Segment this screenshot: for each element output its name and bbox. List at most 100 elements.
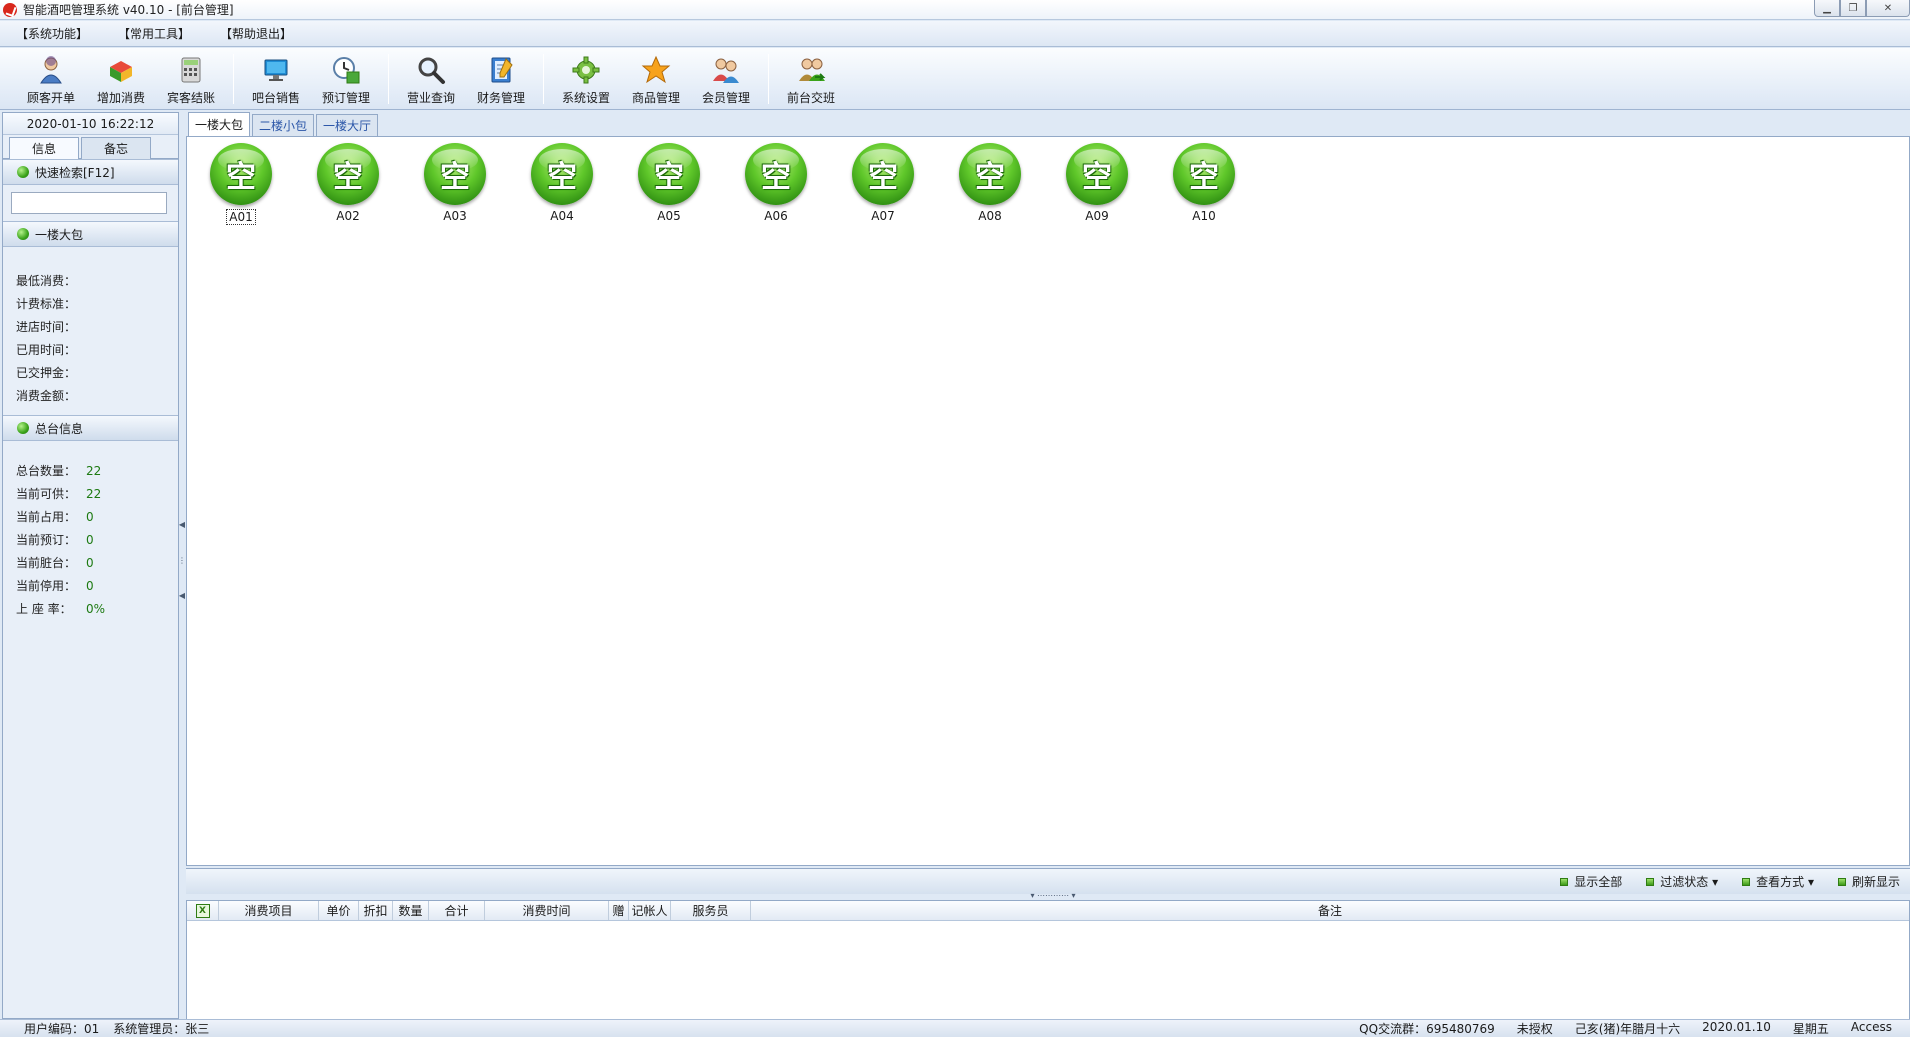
quick-search-title: 快速检索[F12]: [35, 165, 115, 180]
room-area-tabs: 一楼大包 二楼小包 一楼大厅: [188, 112, 379, 136]
add-consumption-button[interactable]: 增加消费: [86, 48, 156, 106]
stat-value: 0%: [86, 601, 106, 616]
left-info-panel: 2020-01-10 16:22:12 信息 备忘 快速检索[F12] 一楼大包…: [2, 112, 179, 1019]
stat-value: 0: [86, 532, 94, 547]
room-status: 空: [1189, 160, 1219, 195]
column-header[interactable]: 消费时间: [485, 901, 609, 920]
room-tile[interactable]: 空 A03: [421, 143, 489, 227]
view-mode-dropdown[interactable]: 查看方式 ▾: [1742, 873, 1814, 890]
refresh-button[interactable]: 刷新显示: [1837, 873, 1900, 890]
goods-management-button[interactable]: 商品管理: [621, 48, 691, 106]
grip-dots-icon: ⋮: [178, 555, 186, 565]
entry-time-row: 进店时间：: [16, 320, 77, 334]
room-tile[interactable]: 空 A08: [956, 143, 1024, 227]
column-header[interactable]: 单价: [319, 901, 359, 920]
stat-label: 当前停用：: [16, 579, 77, 593]
tab-floor2-small-rooms[interactable]: 二楼小包: [252, 114, 315, 136]
room-status-icon: 空: [638, 143, 700, 205]
clock-calendar-icon: [329, 54, 363, 86]
show-all-label: 显示全部: [1574, 875, 1623, 889]
collapse-left-icon[interactable]: ◀: [179, 591, 185, 600]
column-header[interactable]: 备注: [751, 901, 1909, 920]
lunar-date: 己亥(猪)年腊月十六: [1574, 1022, 1681, 1036]
stat-row: 上 座 率： 0%: [16, 597, 178, 620]
shift-handover-button[interactable]: 前台交班: [776, 48, 846, 106]
finance-button[interactable]: 财务管理: [466, 48, 536, 106]
room-name: A09: [1085, 209, 1109, 223]
tab-floor1-hall[interactable]: 一楼大厅: [316, 114, 379, 136]
menu-system-functions[interactable]: 【系统功能】: [16, 25, 88, 42]
consumption-amount-row: 消费金额：: [16, 389, 77, 403]
summary-stats: 总台数量： 22 当前可供： 22 当前占用： 0 当前预订： 0 当前脏台： 0 当前停…: [3, 441, 178, 628]
system-settings-button[interactable]: 系统设置: [551, 48, 621, 106]
business-query-button[interactable]: 营业查询: [396, 48, 466, 106]
stat-value: 22: [86, 486, 102, 501]
user-code: 用户编码：01: [24, 1022, 100, 1036]
stat-value: 0: [86, 578, 94, 593]
open-order-button[interactable]: 顾客开单: [16, 48, 86, 106]
bar-sales-button[interactable]: 吧台销售: [241, 48, 311, 106]
column-header[interactable]: 消费项目: [219, 901, 319, 920]
menu-common-tools[interactable]: 【常用工具】: [118, 25, 190, 42]
quick-search-input[interactable]: [11, 192, 167, 214]
export-excel-cell[interactable]: X: [187, 901, 219, 920]
room-tile[interactable]: 空 A06: [742, 143, 810, 227]
panel-splitter[interactable]: ◀ ⋮ ◀: [178, 520, 186, 600]
view-mode-label: 查看方式 ▾: [1756, 875, 1814, 889]
minimize-button[interactable]: ▁: [1814, 0, 1840, 17]
room-info-list: 最低消费： 计费标准： 进店时间： 已用时间： 已交押金： 消费金额：: [3, 247, 178, 415]
column-header[interactable]: 赠: [609, 901, 629, 920]
room-tile[interactable]: 空 A05: [635, 143, 703, 227]
room-status: 空: [975, 160, 1005, 195]
room-status: 空: [654, 160, 684, 195]
room-name: A02: [336, 209, 360, 223]
room-status-icon: 空: [424, 143, 486, 205]
summary-header[interactable]: 总台信息: [3, 415, 178, 441]
menu-bar: 【系统功能】 【常用工具】 【帮助退出】: [0, 21, 1910, 47]
column-header[interactable]: 记帐人: [629, 901, 671, 920]
member-management-button[interactable]: 会员管理: [691, 48, 761, 106]
star-icon: [639, 54, 673, 86]
green-square-icon: [1742, 877, 1751, 886]
status-dot-icon: [17, 422, 29, 434]
add-consumption-icon: [104, 54, 138, 86]
menu-help-exit[interactable]: 【帮助退出】: [220, 25, 292, 42]
room-name: A07: [871, 209, 895, 223]
horizontal-splitter-grip[interactable]: ▾ ⋯⋯⋯⋯ ▾: [1020, 892, 1086, 900]
room-status: 空: [761, 160, 791, 195]
room-name: A10: [1192, 209, 1216, 223]
status-bar: 用户编码：01 系统管理员：张三 QQ交流群：695480769 未授权 己亥(…: [0, 1019, 1910, 1037]
tab-floor1-large-rooms[interactable]: 一楼大包: [188, 112, 251, 136]
window-title: 智能酒吧管理系统 v40.10 - [前台管理]: [23, 3, 234, 17]
room-tile[interactable]: 空 A10: [1170, 143, 1238, 227]
room-status-icon: 空: [210, 143, 272, 205]
current-date: 2020.01.10: [1702, 1020, 1771, 1034]
stat-label: 总台数量：: [16, 464, 77, 478]
notebook-icon: [484, 54, 518, 86]
tab-info[interactable]: 信息: [9, 137, 79, 159]
restore-button[interactable]: ❐: [1840, 0, 1866, 17]
show-all-button[interactable]: 显示全部: [1560, 873, 1622, 890]
column-header[interactable]: 服务员: [671, 901, 751, 920]
column-header[interactable]: 数量: [393, 901, 429, 920]
room-name: A05: [657, 209, 681, 223]
filter-status-dropdown[interactable]: 过滤状态 ▾: [1646, 873, 1718, 890]
room-tile[interactable]: 空 A02: [314, 143, 382, 227]
quick-search-header[interactable]: 快速检索[F12]: [3, 159, 178, 185]
current-datetime: 2020-01-10 16:22:12: [3, 113, 178, 135]
room-tile[interactable]: 空 A07: [849, 143, 917, 227]
room-info-header[interactable]: 一楼大包: [3, 221, 178, 247]
reservation-button[interactable]: 预订管理: [311, 48, 381, 106]
room-tile[interactable]: 空 A01: [207, 143, 275, 227]
tab-memo[interactable]: 备忘: [81, 137, 151, 159]
checkout-button[interactable]: 宾客结账: [156, 48, 226, 106]
close-button[interactable]: ✕: [1866, 0, 1910, 17]
room-tile[interactable]: 空 A04: [528, 143, 596, 227]
column-header[interactable]: 合计: [429, 901, 485, 920]
collapse-left-icon[interactable]: ◀: [179, 520, 185, 529]
room-tile[interactable]: 空 A09: [1063, 143, 1131, 227]
room-status-icon: 空: [1173, 143, 1235, 205]
column-header[interactable]: 折扣: [359, 901, 393, 920]
stat-row: 当前停用： 0: [16, 574, 178, 597]
stat-row: 总台数量： 22: [16, 459, 178, 482]
